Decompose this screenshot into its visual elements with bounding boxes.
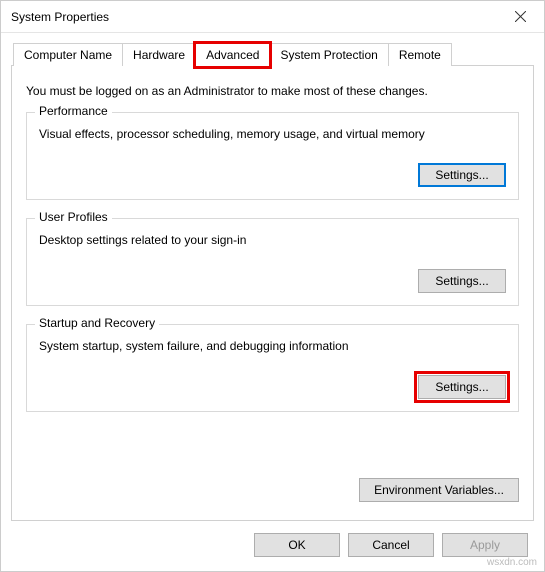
startup-recovery-settings-button[interactable]: Settings... [418, 375, 506, 399]
tab-system-protection[interactable]: System Protection [269, 43, 388, 66]
admin-notice: You must be logged on as an Administrato… [26, 84, 519, 98]
titlebar: System Properties [1, 1, 544, 33]
group-startup-recovery-button-row: Settings... [39, 375, 506, 399]
group-startup-recovery-legend: Startup and Recovery [35, 316, 159, 330]
system-properties-window: System Properties Computer Name Hardware… [0, 0, 545, 572]
window-title: System Properties [11, 10, 109, 24]
tab-computer-name[interactable]: Computer Name [13, 43, 123, 66]
tab-panel-advanced: You must be logged on as an Administrato… [11, 65, 534, 521]
tab-advanced[interactable]: Advanced [195, 43, 270, 67]
group-user-profiles-legend: User Profiles [35, 210, 112, 224]
group-performance: Performance Visual effects, processor sc… [26, 112, 519, 200]
group-performance-button-row: Settings... [39, 163, 506, 187]
tabs-row: Computer Name Hardware Advanced System P… [13, 43, 534, 66]
group-performance-desc: Visual effects, processor scheduling, me… [39, 127, 506, 141]
dialog-buttons: OK Cancel Apply [1, 521, 544, 571]
dialog-content: Computer Name Hardware Advanced System P… [1, 33, 544, 521]
ok-button[interactable]: OK [254, 533, 340, 557]
tab-hardware[interactable]: Hardware [122, 43, 196, 66]
group-user-profiles-desc: Desktop settings related to your sign-in [39, 233, 506, 247]
close-button[interactable] [500, 3, 540, 31]
user-profiles-settings-button[interactable]: Settings... [418, 269, 506, 293]
apply-button[interactable]: Apply [442, 533, 528, 557]
group-performance-legend: Performance [35, 104, 112, 118]
group-user-profiles-button-row: Settings... [39, 269, 506, 293]
group-user-profiles: User Profiles Desktop settings related t… [26, 218, 519, 306]
group-startup-recovery-desc: System startup, system failure, and debu… [39, 339, 506, 353]
performance-settings-button[interactable]: Settings... [418, 163, 506, 187]
group-startup-recovery: Startup and Recovery System startup, sys… [26, 324, 519, 412]
tab-remote[interactable]: Remote [388, 43, 452, 66]
env-variables-row: Environment Variables... [26, 478, 519, 502]
cancel-button[interactable]: Cancel [348, 533, 434, 557]
environment-variables-button[interactable]: Environment Variables... [359, 478, 519, 502]
close-icon [515, 11, 526, 22]
